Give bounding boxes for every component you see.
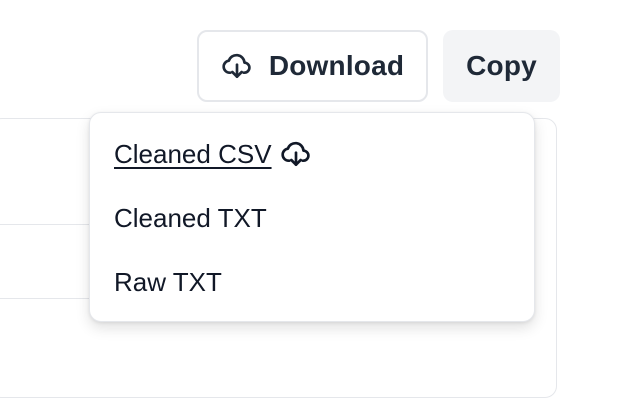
- menu-item-label: Cleaned TXT: [114, 202, 267, 233]
- menu-item-label: Raw TXT: [114, 266, 222, 297]
- download-button[interactable]: Download: [197, 30, 428, 102]
- cloud-download-icon: [280, 138, 312, 170]
- menu-item-cleaned-txt[interactable]: Cleaned TXT: [114, 199, 267, 237]
- download-dropdown-menu: Cleaned CSV Cleaned TXT Raw TXT: [89, 112, 535, 322]
- copy-button[interactable]: Copy: [443, 30, 560, 102]
- panel-row-divider: [0, 298, 100, 299]
- menu-item-cleaned-csv[interactable]: Cleaned CSV: [114, 135, 312, 173]
- panel-row-divider: [0, 224, 100, 225]
- copy-button-label: Copy: [466, 50, 537, 81]
- menu-item-label: Cleaned CSV: [114, 138, 272, 169]
- download-button-label: Download: [268, 50, 405, 81]
- menu-item-raw-txt[interactable]: Raw TXT: [114, 263, 222, 301]
- cloud-download-icon: [221, 50, 253, 82]
